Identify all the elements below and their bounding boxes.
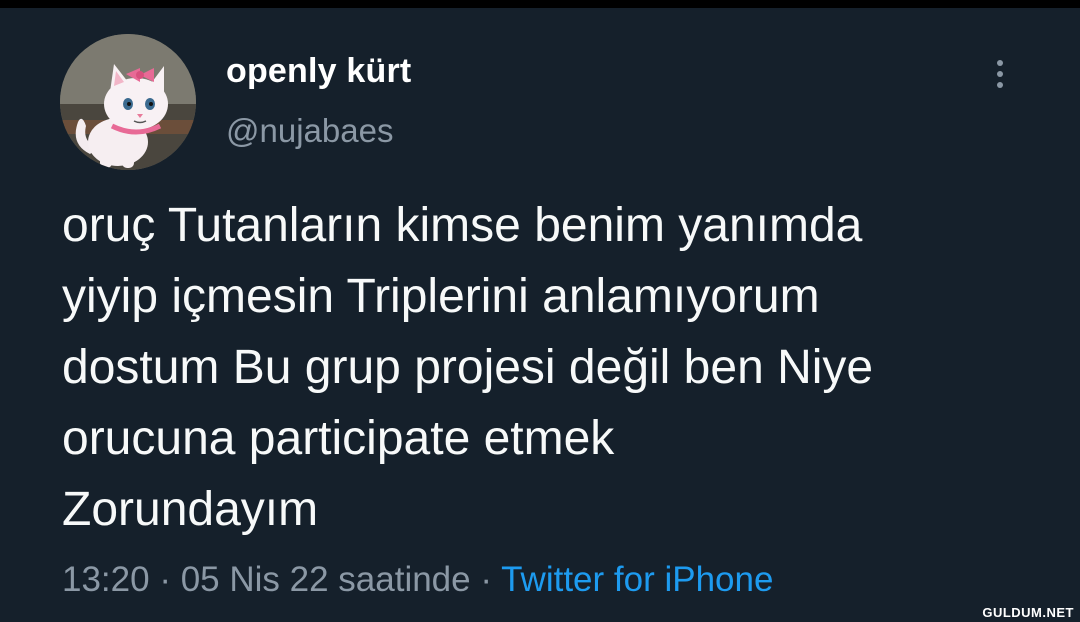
tweet-text-line: dostum Bu grup projesi değil ben Niye [62,341,874,394]
tweet-text-line: orucuna participate etmek [62,412,615,465]
more-dot [997,71,1003,77]
watermark: GULDUM.NET [982,605,1074,620]
tweet-text-line: oruç Tutanların kimse benim yanımda [62,199,863,252]
tweet-text: oruç Tutanların kimse benim yanımda yiyi… [62,190,1042,545]
user-handle[interactable]: @nujabaes [226,112,393,150]
tweet-text-line: yiyip içmesin Triplerini anlamıyorum [62,270,820,323]
tweet-source-link[interactable]: Twitter for iPhone [501,560,773,599]
more-dot [997,60,1003,66]
tweet-text-line: Zorundayım [62,483,319,536]
meta-separator: · [470,560,502,599]
display-name[interactable]: openly kürt [226,52,411,91]
tweet-card: openly kürt @nujabaes oruç Tutanların ki… [0,0,1080,622]
meta-separator: · [149,560,181,599]
tweet-time[interactable]: 13:20 [62,560,150,599]
more-options-icon[interactable] [985,54,1015,94]
tweet-date[interactable]: 05 Nis 22 saatinde [181,560,471,599]
avatar[interactable] [60,34,196,170]
cat-avatar-icon [60,34,196,170]
tweet-metadata: 13:20 · 05 Nis 22 saatinde · Twitter for… [62,560,773,600]
more-dot [997,82,1003,88]
